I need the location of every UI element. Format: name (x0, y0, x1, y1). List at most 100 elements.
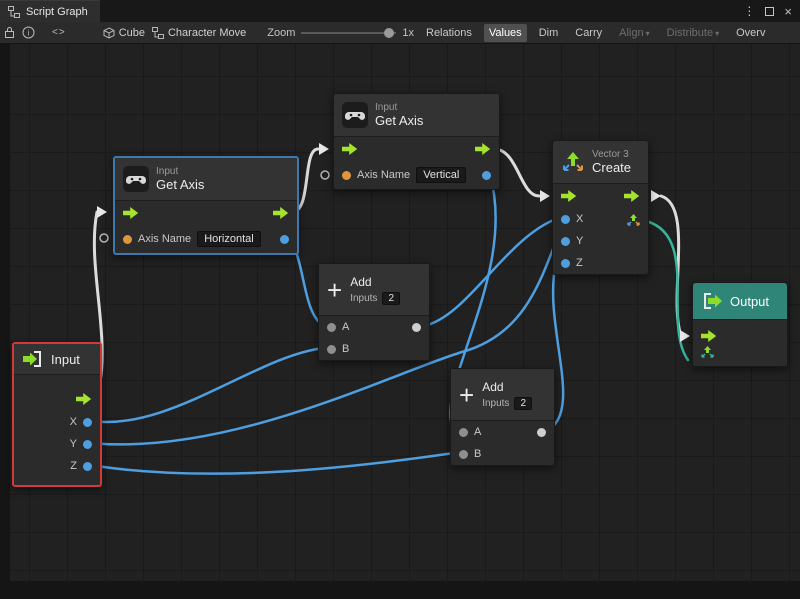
zoom-value: 1x (402, 27, 414, 39)
node-add-2[interactable]: + Add Inputs 2 A B (450, 368, 555, 466)
node-header[interactable]: Input Get Axis (334, 94, 499, 137)
flow-in-arrow-icon[interactable] (123, 207, 139, 219)
node-get-axis-vertical[interactable]: Input Get Axis Axis Name Vertical (333, 93, 500, 190)
graph-icon (8, 6, 20, 18)
dim-button[interactable]: Dim (534, 24, 564, 42)
flow-out-arrow-icon[interactable] (76, 393, 92, 405)
node-header[interactable]: Input Get Axis (115, 158, 297, 201)
tab-bar: Script Graph ⋮ × (0, 0, 800, 22)
close-icon[interactable]: × (784, 4, 792, 19)
tab-title: Script Graph (26, 6, 88, 18)
string-port[interactable] (342, 171, 351, 180)
node-category: Vector 3 (592, 149, 631, 160)
unity-script-graph-window: Script Graph ⋮ × i <> Cube (0, 0, 800, 599)
plus-icon: + (459, 384, 474, 406)
flow-in-arrow-icon[interactable] (561, 190, 577, 202)
port-label: Y (70, 438, 77, 450)
axis-name-field[interactable]: Horizontal (197, 231, 261, 247)
inputs-count-field[interactable]: 2 (514, 397, 532, 410)
zoom-slider[interactable] (301, 32, 396, 34)
wire-getaxis-vertical-to-vector3[interactable] (494, 149, 539, 196)
node-header[interactable]: Output (693, 283, 787, 320)
flow-in-arrow-icon[interactable] (701, 330, 717, 342)
graph-toolbar: i <> Cube Character Move Zoom 1x (0, 22, 800, 44)
info-icon[interactable]: i (22, 26, 35, 39)
flow-port-arrow[interactable] (680, 330, 690, 342)
input-b-port[interactable] (459, 450, 468, 459)
port-label: A (474, 426, 481, 438)
vector3-value-port-icon[interactable] (701, 345, 714, 358)
plus-icon: + (327, 279, 342, 301)
x-out-port[interactable] (83, 418, 92, 427)
overview-button[interactable]: Overv (731, 24, 770, 42)
node-input[interactable]: Input X Y Z (12, 342, 102, 487)
z-port[interactable] (561, 259, 570, 268)
flow-port-arrow[interactable] (97, 206, 107, 218)
output-icon (701, 291, 723, 311)
flow-in-arrow-icon[interactable] (342, 143, 358, 155)
flow-out-arrow-icon[interactable] (273, 207, 289, 219)
flow-port-arrow[interactable] (319, 143, 329, 155)
z-out-port[interactable] (83, 462, 92, 471)
carry-button[interactable]: Carry (570, 24, 607, 42)
flow-out-arrow-icon[interactable] (624, 190, 640, 202)
float-out-port[interactable] (280, 235, 289, 244)
axis-name-field[interactable]: Vertical (416, 167, 466, 183)
lock-icon[interactable] (4, 26, 15, 39)
node-header[interactable]: Vector 3 Create (553, 141, 648, 184)
zoom-label: Zoom (267, 27, 295, 39)
svg-text:i: i (28, 29, 30, 38)
x-port[interactable] (561, 215, 570, 224)
inputs-label: Inputs (350, 293, 377, 304)
code-view-icon[interactable]: <> (52, 27, 66, 38)
input-b-port[interactable] (327, 345, 336, 354)
node-title: Get Axis (375, 113, 423, 128)
node-header[interactable]: + Add Inputs 2 (319, 264, 429, 316)
maximize-icon[interactable] (765, 7, 774, 16)
inputs-count-field[interactable]: 2 (382, 292, 400, 305)
node-header[interactable]: Input (14, 344, 100, 375)
align-button[interactable]: Align▾ (614, 24, 654, 42)
wire-inputz-to-add2-b[interactable] (90, 453, 454, 474)
port-label: A (342, 321, 349, 333)
zoom-slider-handle[interactable] (384, 28, 394, 38)
node-add-1[interactable]: + Add Inputs 2 A B (318, 263, 430, 361)
float-out-port[interactable] (482, 171, 491, 180)
values-button[interactable]: Values (484, 24, 527, 42)
unconnected-port-circle[interactable] (321, 171, 329, 179)
flow-port-arrow[interactable] (651, 190, 661, 202)
port-label: B (342, 343, 349, 355)
input-a-port[interactable] (459, 428, 468, 437)
zoom-control: Zoom 1x (267, 27, 414, 39)
target-breadcrumb[interactable]: Cube (103, 27, 145, 39)
result-port[interactable] (412, 323, 421, 332)
gamepad-icon (123, 166, 149, 192)
y-out-port[interactable] (83, 440, 92, 449)
graph-breadcrumb[interactable]: Character Move (152, 27, 246, 39)
flow-out-arrow-icon[interactable] (475, 143, 491, 155)
node-get-axis-horizontal[interactable]: Input Get Axis Axis Name Horizontal (113, 156, 299, 255)
unconnected-port-circle[interactable] (100, 234, 108, 242)
window-controls: ⋮ × (743, 0, 800, 22)
node-output[interactable]: Output (692, 282, 788, 367)
port-label: Y (576, 235, 583, 247)
vector3-mini-icon[interactable] (627, 213, 640, 226)
tab-script-graph[interactable]: Script Graph (0, 0, 100, 22)
result-port[interactable] (537, 428, 546, 437)
port-label: Z (576, 257, 583, 269)
node-title: Input (51, 352, 80, 367)
input-a-port[interactable] (327, 323, 336, 332)
relations-button[interactable]: Relations (421, 24, 477, 42)
inputs-label: Inputs (482, 398, 509, 409)
y-port[interactable] (561, 237, 570, 246)
flow-port-arrow[interactable] (540, 190, 550, 202)
graph-canvas[interactable]: Input Get Axis Axis Name Vertical (0, 44, 800, 599)
distribute-button[interactable]: Distribute▾ (662, 24, 724, 42)
string-port[interactable] (123, 235, 132, 244)
node-category: Input (156, 166, 204, 177)
kebab-menu-icon[interactable]: ⋮ (743, 4, 755, 18)
wire-inputx-to-add1-b[interactable] (90, 348, 324, 422)
node-vector3-create[interactable]: Vector 3 Create X (552, 140, 649, 275)
node-header[interactable]: + Add Inputs 2 (451, 369, 554, 421)
param-label: Axis Name (357, 169, 410, 181)
